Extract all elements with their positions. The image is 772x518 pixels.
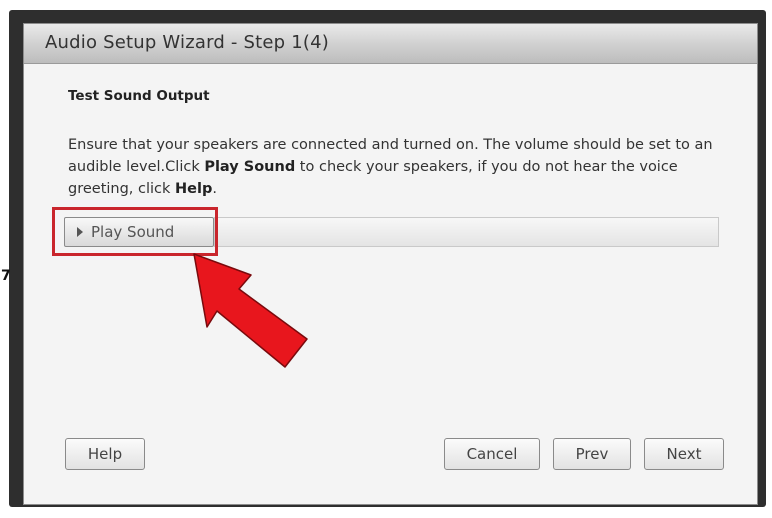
section-title: Test Sound Output [68,88,210,104]
instructions-text: Ensure that your speakers are connected … [68,134,728,200]
audio-setup-wizard-dialog: Audio Setup Wizard - Step 1(4) Test Soun… [23,23,758,505]
instructions-play-sound-emphasis: Play Sound [204,159,296,175]
instructions-help-emphasis: Help [175,181,213,197]
dialog-titlebar[interactable]: Audio Setup Wizard - Step 1(4) [24,24,757,64]
annotation-arrow-shape [193,253,308,368]
annotation-arrow [193,253,308,368]
side-mark: 7 [1,268,11,284]
dialog-title: Audio Setup Wizard - Step 1(4) [45,32,329,53]
help-button[interactable]: Help [65,438,145,470]
next-button[interactable]: Next [644,438,724,470]
sound-progress-bar [214,217,719,247]
prev-button[interactable]: Prev [553,438,631,470]
instructions-part-3: . [212,181,217,197]
cancel-button[interactable]: Cancel [444,438,540,470]
